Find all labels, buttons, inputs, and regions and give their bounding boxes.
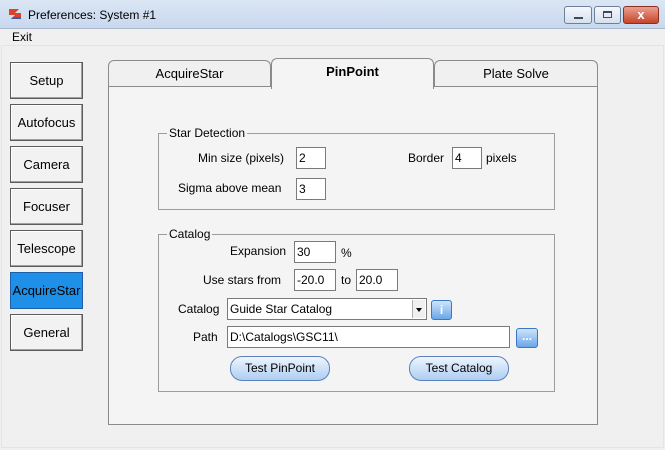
star-detection-title: Star Detection [167, 126, 248, 140]
minimize-button[interactable] [564, 6, 592, 24]
border-label: Border [408, 151, 445, 165]
catalog-title: Catalog [167, 227, 213, 241]
sidebar-item-acquirestar[interactable]: AcquireStar [10, 272, 83, 309]
sidebar-item-setup[interactable]: Setup [10, 62, 83, 99]
catalog-select-value: Guide Star Catalog [230, 302, 333, 316]
catalog-select[interactable]: Guide Star Catalog [227, 298, 427, 320]
tab-plate-solve[interactable]: Plate Solve [434, 60, 598, 87]
sidebar-item-autofocus[interactable]: Autofocus [10, 104, 83, 141]
tab-pinpoint[interactable]: PinPoint [271, 58, 434, 89]
menu-exit[interactable]: Exit [12, 30, 32, 44]
path-input[interactable]: D:\Catalogs\GSC11\ [227, 326, 510, 348]
path-label: Path [193, 330, 218, 344]
border-unit-label: pixels [486, 151, 517, 165]
close-button[interactable]: x [623, 6, 659, 24]
to-label: to [341, 273, 352, 287]
sidebar-item-camera[interactable]: Camera [10, 146, 83, 183]
stars-to-input[interactable]: 20.0 [356, 269, 398, 291]
minimize-icon [574, 17, 583, 19]
tab-acquirestar[interactable]: AcquireStar [108, 60, 271, 87]
maximize-icon [603, 11, 612, 18]
pinpoint-panel: Star Detection Min size (pixels) 2 Borde… [108, 86, 598, 425]
maximize-button[interactable] [594, 6, 621, 24]
chevron-down-icon[interactable] [412, 300, 425, 318]
window-title: Preferences: System #1 [28, 8, 157, 22]
star-detection-group: Star Detection [158, 126, 555, 210]
min-size-input[interactable]: 2 [296, 147, 326, 169]
sidebar-item-telescope[interactable]: Telescope [10, 230, 83, 267]
test-pinpoint-button[interactable]: Test PinPoint [230, 356, 330, 381]
title-bar: Preferences: System #1 x [0, 0, 665, 29]
catalog-info-button[interactable]: i [431, 300, 452, 320]
min-size-label: Min size (pixels) [198, 151, 285, 165]
expansion-input[interactable]: 30 [294, 241, 336, 263]
sidebar-item-general[interactable]: General [10, 314, 83, 351]
catalog-label: Catalog [178, 302, 220, 316]
sigma-label: Sigma above mean [178, 181, 282, 195]
close-icon: x [637, 7, 645, 22]
menu-bar: Exit [0, 29, 665, 45]
app-icon [9, 9, 21, 19]
expansion-unit-label: % [341, 246, 352, 260]
sidebar-item-focuser[interactable]: Focuser [10, 188, 83, 225]
stars-from-input[interactable]: -20.0 [294, 269, 336, 291]
test-catalog-button[interactable]: Test Catalog [409, 356, 509, 381]
expansion-label: Expansion [230, 244, 287, 258]
sigma-input[interactable]: 3 [296, 178, 326, 200]
use-stars-label: Use stars from [203, 273, 282, 287]
border-input[interactable]: 4 [452, 147, 482, 169]
browse-button[interactable]: ... [516, 328, 538, 348]
